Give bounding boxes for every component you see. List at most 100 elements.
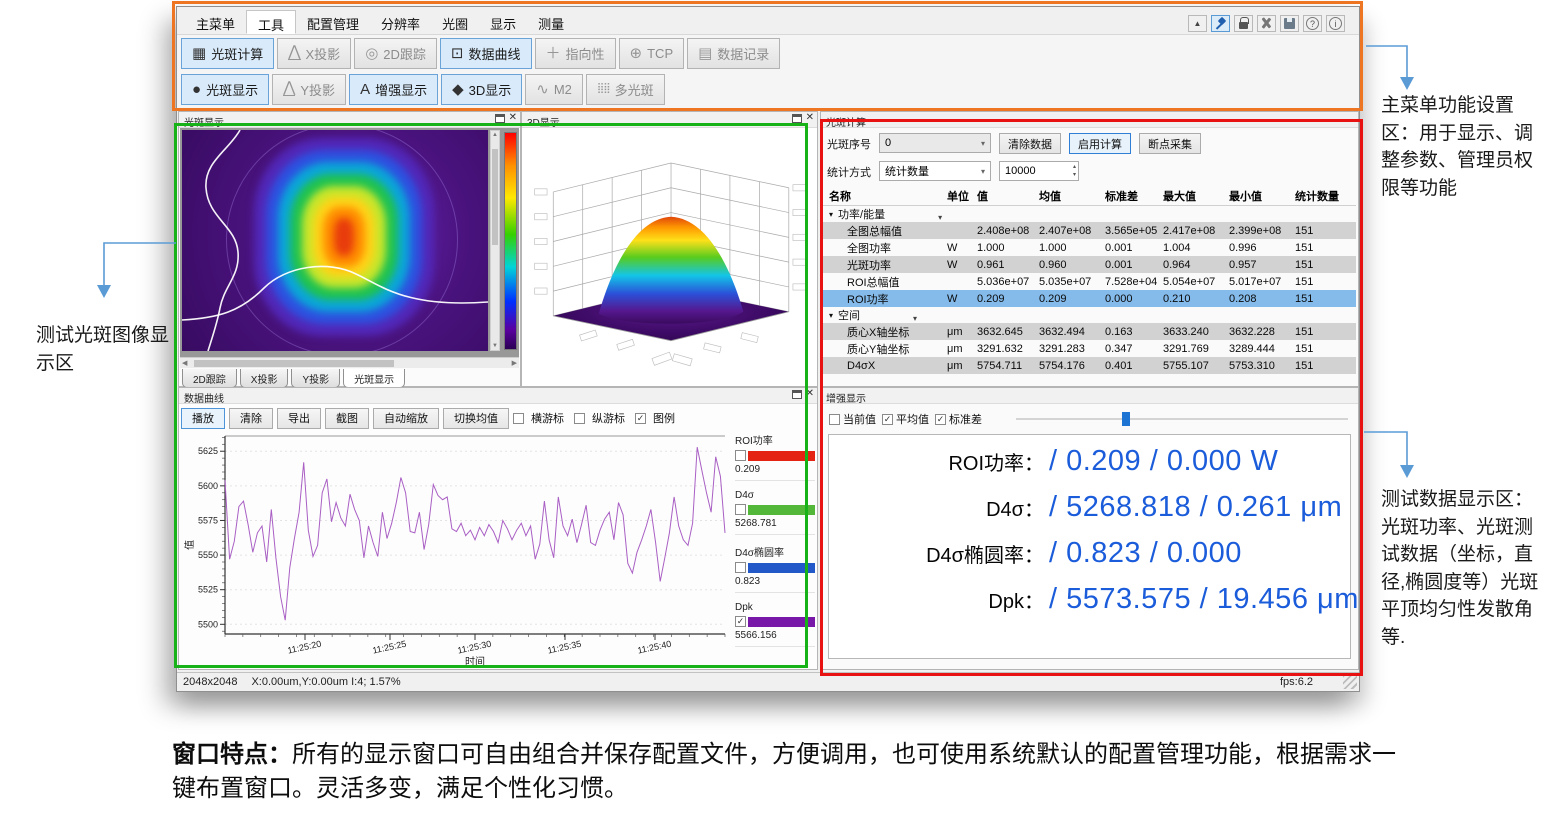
checkbox-横游标[interactable]	[513, 413, 524, 424]
curve-button-自动缩放[interactable]: 自动缩放	[373, 408, 439, 429]
toolbar-button-光斑计算[interactable]: ▦光斑计算	[181, 38, 274, 69]
toolbar-button-3D显示[interactable]: ◆3D显示	[441, 74, 522, 105]
table-row-质心Y轴坐标[interactable]: 质心Y轴坐标μm3291.6323291.2830.3473291.769328…	[823, 340, 1356, 357]
checkbox-纵游标[interactable]	[574, 413, 585, 424]
table-cell: 3291.769	[1163, 343, 1229, 355]
toolbar-button-数据曲线[interactable]: ⊡数据曲线	[440, 38, 532, 69]
checkbox-平均值[interactable]: ✓	[882, 414, 893, 425]
scrollbar-thumb[interactable]	[492, 149, 498, 245]
scroll-right-icon[interactable]: ▶	[512, 359, 517, 367]
checkbox-当前值[interactable]	[829, 414, 840, 425]
spot-seq-select[interactable]: 0▾	[879, 133, 991, 153]
table-row-光斑功率[interactable]: 光斑功率W0.9610.9600.0010.9640.957151	[823, 256, 1356, 273]
close-panel-icon[interactable]: ✕	[806, 389, 814, 399]
toolbar-button-M2[interactable]: ∿M2	[525, 74, 583, 105]
checkbox-标准差[interactable]: ✓	[935, 414, 946, 425]
float-panel-icon[interactable]	[495, 114, 505, 123]
calc-button-断点采集[interactable]: 断点采集	[1139, 133, 1201, 154]
table-row-ROI总幅值[interactable]: ROI总幅值5.036e+075.035e+077.528e+045.054e+…	[823, 273, 1356, 290]
cursor-position-status: X:0.00um,Y:0.00um I:4; 1.57%	[251, 676, 400, 688]
close-panel-icon[interactable]: ✕	[509, 113, 517, 123]
menu-item-显示[interactable]: 显示	[479, 10, 527, 34]
readout-label: D4σ：	[829, 493, 1044, 522]
legend-checkbox[interactable]: ✓	[735, 616, 746, 627]
legend-checkbox[interactable]	[735, 562, 746, 573]
menu-item-配置管理[interactable]: 配置管理	[296, 10, 370, 34]
curve-button-截图[interactable]: 截图	[325, 408, 369, 429]
table-row-ROI功率[interactable]: ROI功率W0.2090.2090.0000.2100.208151	[823, 290, 1356, 307]
caret-down-icon[interactable]: ▾	[829, 210, 833, 219]
menu-item-分辨率[interactable]: 分辨率	[370, 10, 431, 34]
tab-X投影[interactable]: X投影	[240, 369, 289, 388]
enhanced-slider[interactable]	[1016, 412, 1348, 426]
toolbar-button-光斑显示[interactable]: ●光斑显示	[181, 74, 269, 105]
save-icon-button[interactable]	[1280, 15, 1299, 32]
group-filter-icon[interactable]: ▾	[938, 213, 942, 222]
menu-item-光圈[interactable]: 光圈	[431, 10, 479, 34]
lock-icon-button[interactable]	[1234, 15, 1253, 32]
toolbar-button-X投影[interactable]: ⋀X投影	[277, 38, 351, 69]
checkbox-label: 标准差	[949, 411, 982, 427]
menu-item-工具[interactable]: 工具	[246, 10, 296, 34]
calc-button-清除数据[interactable]: 清除数据	[999, 133, 1061, 154]
toolbar-button-增强显示[interactable]: A增强显示	[349, 74, 438, 105]
table-cell: ROI功率	[823, 291, 947, 307]
menu-item-主菜单[interactable]: 主菜单	[185, 10, 246, 34]
legend-checkbox[interactable]	[735, 450, 746, 461]
curve-button-播放[interactable]: 播放	[181, 408, 225, 429]
scroll-left-icon[interactable]: ◀	[182, 359, 187, 367]
toolbar-button-Y投影[interactable]: ⋀Y投影	[272, 74, 346, 105]
table-cell: 3291.283	[1039, 343, 1105, 355]
table-row-质心X轴坐标[interactable]: 质心X轴坐标μm3632.6453632.4940.1633633.240363…	[823, 323, 1356, 340]
trend-chart[interactable]: 55005525555055755600562511:25:2011:25:25…	[181, 430, 733, 673]
readout-row: ROI功率：/ 0.209 / 0.000 W	[829, 445, 1350, 491]
tab-2D跟踪[interactable]: 2D跟踪	[182, 369, 237, 388]
svg-text:5600: 5600	[198, 481, 218, 491]
curve-button-切换均值[interactable]: 切换均值	[443, 408, 509, 429]
toolbar-button-2D跟踪[interactable]: ◎2D跟踪	[354, 38, 437, 69]
tab-Y投影[interactable]: Y投影	[291, 369, 340, 388]
float-panel-icon[interactable]	[792, 114, 802, 123]
table-cell: 0.209	[1039, 293, 1105, 305]
float-panel-icon[interactable]	[792, 390, 802, 399]
3d-surface-plot[interactable]	[530, 132, 810, 382]
group-filter-icon[interactable]: ▾	[913, 314, 917, 323]
resize-grip[interactable]	[1343, 675, 1357, 689]
scroll-down-icon[interactable]: ▼	[491, 343, 499, 349]
tab-光斑显示[interactable]: 光斑显示	[343, 369, 405, 388]
beam-spot-image[interactable]	[182, 130, 488, 351]
caret-down-icon[interactable]: ▾	[829, 311, 833, 320]
slider-handle[interactable]	[1122, 412, 1130, 426]
checkbox-图例[interactable]: ✓	[635, 413, 646, 424]
scroll-up-icon[interactable]: ▲	[491, 132, 499, 138]
table-cell: 5.035e+07	[1039, 276, 1105, 288]
toolbar-button-label: 数据记录	[717, 44, 769, 63]
curve-button-导出[interactable]: 导出	[277, 408, 321, 429]
table-row-D4σX[interactable]: D4σXμm5754.7115754.1760.4015755.1075753.…	[823, 357, 1356, 374]
table-cell: 全图功率	[823, 240, 947, 256]
curve-button-清除[interactable]: 清除	[229, 408, 273, 429]
legend-checkbox[interactable]	[735, 504, 746, 515]
pin-icon-button[interactable]	[1211, 15, 1230, 32]
scrollbar-thumb[interactable]	[194, 360, 394, 367]
table-row-全图总幅值[interactable]: 全图总幅值2.408e+082.407e+083.565e+052.417e+0…	[823, 222, 1356, 239]
toolbar-button-多光斑[interactable]: ⣿⣿多光斑	[586, 74, 665, 105]
toolbar-button-TCP[interactable]: ⊕TCP	[619, 38, 685, 69]
toolbar-button-指向性[interactable]: ＋指向性	[535, 38, 616, 69]
collapse-icon-button[interactable]: ▲	[1188, 15, 1207, 32]
vertical-scrollbar[interactable]: ▲ ▼	[490, 130, 500, 351]
table-row-全图功率[interactable]: 全图功率W1.0001.0000.0011.0040.996151	[823, 239, 1356, 256]
close-panel-icon[interactable]: ✕	[806, 113, 814, 123]
info-icon-button[interactable]: i	[1326, 15, 1345, 32]
table-group-row-功率/能量[interactable]: ▾功率/能量▾	[823, 206, 1356, 222]
table-group-row-空间[interactable]: ▾空间▾	[823, 307, 1356, 323]
horizontal-scrollbar[interactable]: ◀ ▶	[180, 357, 519, 368]
scissors-icon-button[interactable]	[1257, 15, 1276, 32]
spinner-arrows-icon[interactable]: ▴▾	[1073, 163, 1076, 179]
menu-item-测量[interactable]: 测量	[527, 10, 575, 34]
toolbar-button-数据记录[interactable]: ▤数据记录	[687, 38, 780, 69]
stat-mode-select[interactable]: 统计数量▾	[879, 161, 991, 181]
help-icon-button[interactable]: ?	[1303, 15, 1322, 32]
stat-count-spinner[interactable]: 10000 ▴▾	[999, 161, 1079, 181]
calc-button-启用计算[interactable]: 启用计算	[1069, 133, 1131, 154]
